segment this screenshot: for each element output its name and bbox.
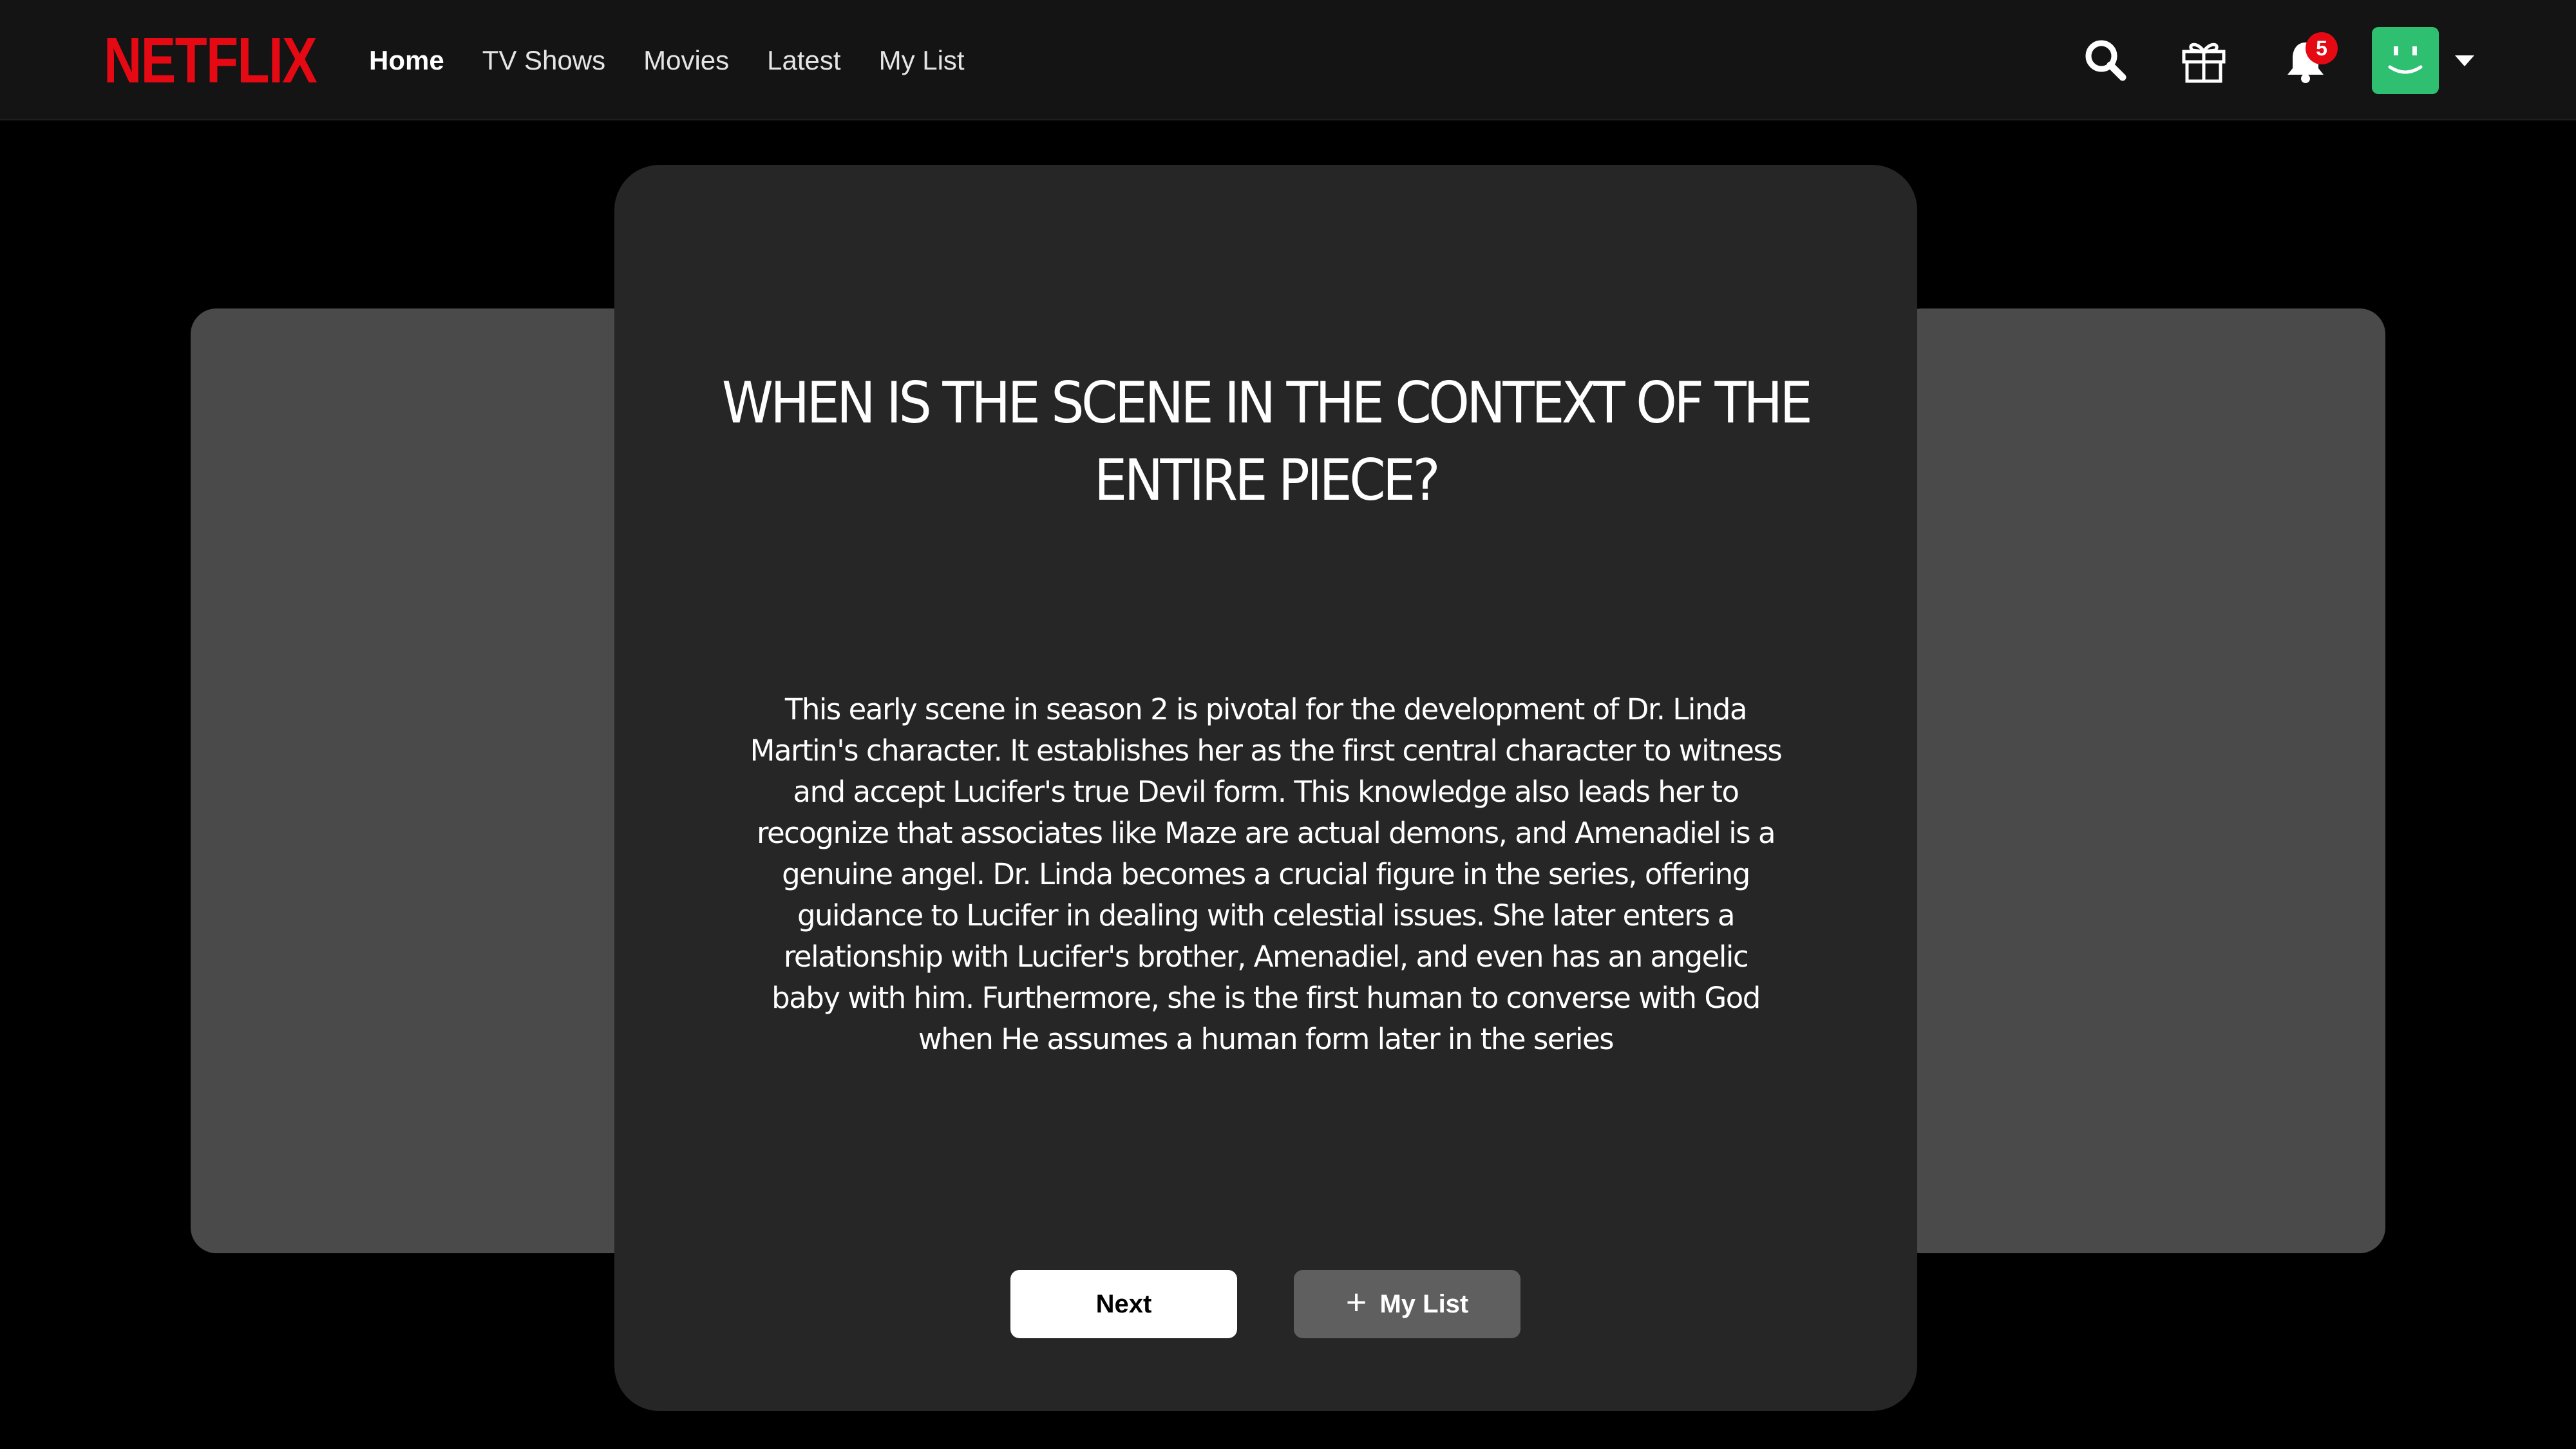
next-button[interactable]: Next — [1010, 1270, 1237, 1338]
gift-icon[interactable] — [2178, 35, 2230, 86]
notification-badge: 5 — [2306, 32, 2338, 64]
search-icon[interactable] — [2080, 35, 2132, 86]
add-to-my-list-button[interactable]: + My List — [1294, 1270, 1520, 1338]
question-card: WHEN IS THE SCENE IN THE CONTEXT OF THE … — [614, 165, 1917, 1411]
avatar[interactable] — [2372, 27, 2439, 94]
next-button-label: Next — [1095, 1289, 1152, 1318]
nav-home[interactable]: Home — [369, 45, 444, 76]
previous-card[interactable] — [191, 308, 680, 1253]
top-navigation-bar: NETFLIX Home TV Shows Movies Latest My L… — [0, 0, 2576, 120]
nav-my-list[interactable]: My List — [879, 45, 965, 76]
my-list-button-label: My List — [1379, 1289, 1469, 1318]
netflix-logo[interactable]: NETFLIX — [104, 28, 317, 93]
next-card[interactable] — [1896, 308, 2385, 1253]
page: NETFLIX Home TV Shows Movies Latest My L… — [0, 0, 2576, 1449]
main-nav: Home TV Shows Movies Latest My List — [369, 41, 1003, 80]
answer-text: This early scene in season 2 is pivotal … — [750, 692, 1783, 1056]
question-title: WHEN IS THE SCENE IN THE CONTEXT OF THE … — [721, 370, 1813, 513]
profile-caret-down-icon[interactable] — [2455, 55, 2474, 66]
nav-tv-shows[interactable]: TV Shows — [482, 45, 605, 76]
nav-movies[interactable]: Movies — [643, 45, 729, 76]
plus-icon: + — [1345, 1282, 1367, 1322]
nav-latest[interactable]: Latest — [767, 45, 840, 76]
